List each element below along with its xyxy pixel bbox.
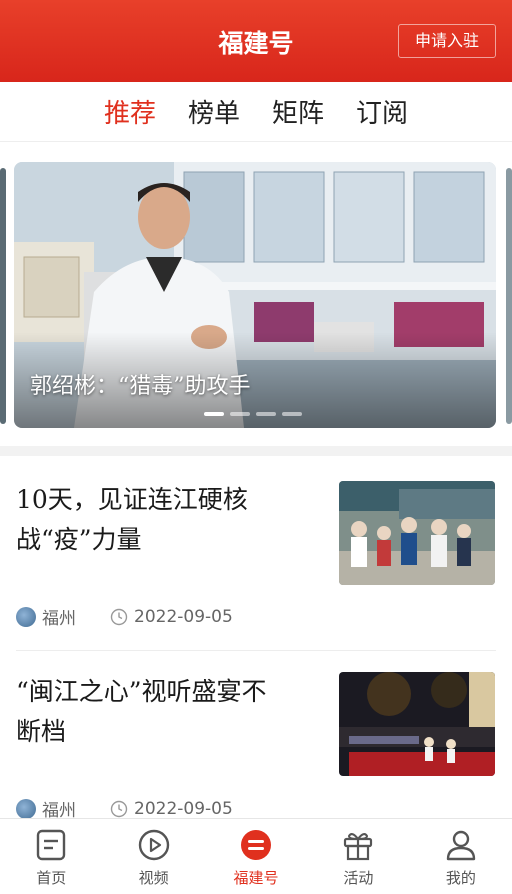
nav-fujian-hao[interactable]: 福建号 <box>205 819 307 894</box>
home-doc-icon <box>37 829 66 861</box>
tab-recommend[interactable]: 推荐 <box>104 93 156 130</box>
nav-home[interactable]: 首页 <box>0 819 102 894</box>
news-title-line: 断档 <box>16 717 67 746</box>
nav-video[interactable]: 视频 <box>102 819 204 894</box>
news-title[interactable]: “闽江之心”视听盛宴不 断档 <box>16 672 316 752</box>
news-meta: 福州 2022-09-05 <box>16 604 233 629</box>
section-divider <box>0 446 512 456</box>
news-title-line: 战“疫”力量 <box>16 525 142 554</box>
nav-label: 首页 <box>36 869 67 887</box>
nav-label: 视频 <box>138 869 169 887</box>
list-separator <box>16 650 496 651</box>
banner-slide[interactable]: 郭绍彬：“猎毒”助攻手 <box>14 162 496 428</box>
nav-activity[interactable]: 活动 <box>307 819 409 894</box>
news-item[interactable]: 10天，见证连江硬核 战“疫”力量 福州 2022-09-05 <box>0 476 512 666</box>
bottom-nav: 首页 视频 福建号 活动 我的 <box>0 818 512 894</box>
banner-caption: 郭绍彬：“猎毒”助攻手 <box>30 374 251 399</box>
banner-carousel[interactable]: 郭绍彬：“猎毒”助攻手 <box>0 160 512 430</box>
play-icon <box>138 829 169 861</box>
source-avatar <box>16 606 36 627</box>
tab-matrix[interactable]: 矩阵 <box>272 93 324 130</box>
gift-icon <box>344 833 373 861</box>
nav-label: 福建号 <box>233 869 279 887</box>
news-title-line: “闽江之心”视听盛宴不 <box>16 677 267 706</box>
carousel-indicator <box>204 412 302 416</box>
news-thumbnail[interactable] <box>339 481 495 585</box>
tab-bar: 推荐 榜单 矩阵 订阅 <box>0 82 512 142</box>
news-source: 福州 <box>42 609 76 629</box>
carousel-dot[interactable] <box>204 412 224 416</box>
news-image <box>339 672 495 776</box>
apply-join-button[interactable]: 申请入驻 <box>398 24 496 58</box>
news-date: 2022-09-05 <box>134 798 233 819</box>
clock-icon <box>110 800 128 817</box>
news-title-line: 10天，见证连江硬核 <box>16 485 248 514</box>
carousel-dot[interactable] <box>230 412 250 416</box>
tab-ranking[interactable]: 榜单 <box>188 93 240 130</box>
news-item[interactable]: “闽江之心”视听盛宴不 断档 福州 2022-09-05 <box>0 668 512 821</box>
source-avatar <box>16 798 36 819</box>
nav-label: 我的 <box>445 869 476 887</box>
news-title[interactable]: 10天，见证连江硬核 战“疫”力量 <box>16 480 316 560</box>
news-thumbnail[interactable] <box>339 672 495 776</box>
app-header: 福建号 申请入驻 <box>0 0 512 82</box>
fujian-hao-icon <box>241 830 272 860</box>
user-icon <box>446 830 476 861</box>
next-slide-peek[interactable] <box>506 168 512 424</box>
news-date: 2022-09-05 <box>134 606 233 627</box>
nav-mine[interactable]: 我的 <box>410 819 512 894</box>
clock-icon <box>110 608 128 625</box>
nav-label: 活动 <box>343 869 374 887</box>
prev-slide-peek[interactable] <box>0 168 6 424</box>
carousel-dot[interactable] <box>282 412 302 416</box>
news-image <box>339 481 495 585</box>
carousel-dot[interactable] <box>256 412 276 416</box>
tab-subscribe[interactable]: 订阅 <box>356 93 408 130</box>
